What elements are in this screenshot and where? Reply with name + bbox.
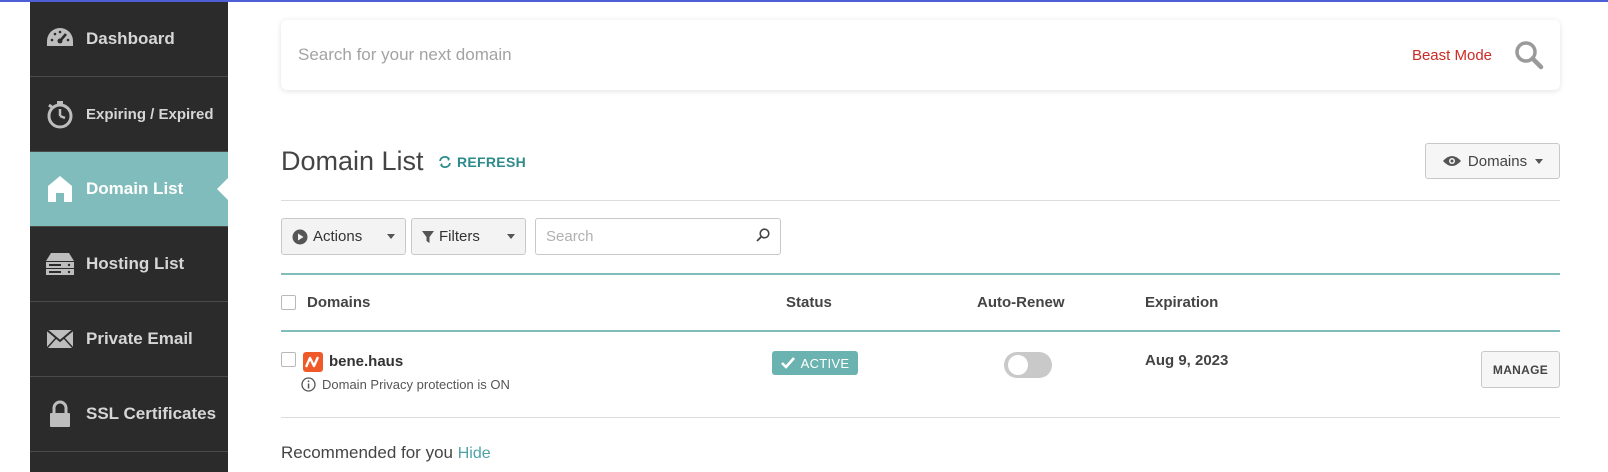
gauge-icon [44,23,76,55]
toggle-knob [1008,355,1028,375]
domain-name-link[interactable]: bene.haus [329,353,403,370]
info-icon [301,377,316,392]
domain-list-search-input[interactable]: Search [535,218,781,255]
expiration-date: Aug 9, 2023 [1145,352,1229,369]
column-header-domains[interactable]: Domains [307,294,370,311]
sidebar-item-hosting-list[interactable]: Hosting List [30,227,228,302]
auto-renew-toggle[interactable] [1004,352,1052,378]
sidebar-item-label: Hosting List [86,254,185,273]
column-header-expiration[interactable]: Expiration [1145,294,1218,311]
domains-view-dropdown[interactable]: Domains [1425,143,1560,179]
check-icon [780,357,795,369]
divider [281,200,1560,201]
stopwatch-icon [44,98,76,130]
actions-label: Actions [313,228,363,245]
row-checkbox[interactable] [281,352,296,367]
domain-search-input[interactable]: Search for your next domain [298,45,1412,65]
divider [281,417,1560,418]
sidebar-item-dashboard[interactable]: Dashboard [30,2,228,77]
select-all-checkbox[interactable] [281,295,296,310]
envelope-icon [44,323,76,355]
sidebar-item-label: SSL Certificates [86,404,217,423]
table-top-border [281,273,1560,275]
hide-recommended-link[interactable]: Hide [458,445,491,462]
domain-search-bar[interactable]: Search for your next domain Beast Mode [281,20,1560,90]
domains-view-label: Domains [1467,152,1528,170]
manage-button[interactable]: MANAGE [1481,351,1560,388]
filters-label: Filters [439,228,480,245]
search-icon[interactable] [756,227,770,246]
chevron-down-icon [387,234,395,239]
sidebar-item-label: Domain List [86,179,184,198]
status-text: ACTIVE [800,355,850,371]
refresh-label: REFRESH [457,154,526,170]
server-icon [44,248,76,280]
home-icon [44,173,76,205]
sidebar-item-private-email[interactable]: Private Email [30,302,228,377]
chevron-down-icon [1535,158,1544,164]
filters-dropdown[interactable]: Filters [411,218,526,255]
namecheap-logo-icon [303,352,323,372]
refresh-button[interactable]: REFRESH [438,154,526,170]
chevron-down-icon [507,234,515,239]
refresh-icon [438,155,452,169]
privacy-note-text: Domain Privacy protection is ON [322,377,510,392]
table-header-border [281,330,1560,332]
search-placeholder: Search [546,228,594,245]
recommended-label: Recommended for you [281,443,453,462]
sidebar-item-label: Expiring / Expired [86,105,214,123]
sidebar: Dashboard Expiring / Expired Domain List… [30,2,228,472]
page-title: Domain List [281,146,424,176]
status-badge: ACTIVE [772,351,858,375]
eye-icon [1442,154,1462,168]
actions-dropdown[interactable]: Actions [281,218,406,255]
lock-icon [44,398,76,430]
sidebar-item-label: Dashboard [86,29,175,48]
sidebar-item-label: Private Email [86,329,193,348]
sidebar-item-domain-list[interactable]: Domain List [30,152,228,227]
beast-mode-link[interactable]: Beast Mode [1412,47,1492,64]
sidebar-item-ssl-certificates[interactable]: SSL Certificates [30,377,228,452]
recommended-section-title: Recommended for you Hide [281,443,491,463]
search-icon[interactable] [1514,40,1544,70]
privacy-note: Domain Privacy protection is ON [301,377,510,392]
column-header-status: Status [786,294,832,311]
play-circle-icon [292,229,308,245]
sidebar-item-expiring[interactable]: Expiring / Expired [30,77,228,152]
column-header-auto-renew: Auto-Renew [977,294,1065,311]
filter-icon [422,230,434,244]
